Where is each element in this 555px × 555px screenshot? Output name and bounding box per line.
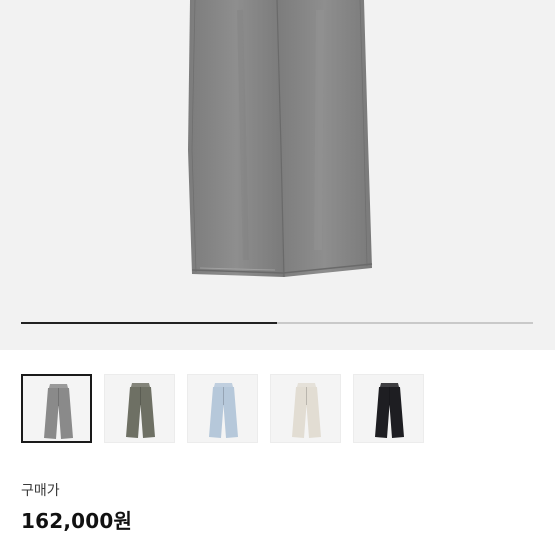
thumbnail-light-blue[interactable] [187,374,258,443]
gallery-progress-fill [21,322,277,324]
pants-icon [292,383,321,438]
price: 162,000원 [21,509,133,533]
pants-icon [44,384,73,439]
pants-icon [188,0,373,278]
thumbnail-black[interactable] [353,374,424,443]
price-label: 구매가 [21,483,60,499]
pants-icon [375,383,404,438]
thumbnail-gray[interactable] [21,374,92,443]
pants-icon [126,383,155,438]
gallery-progress-bar [21,322,533,324]
thumbnail-khaki[interactable] [104,374,175,443]
product-image[interactable] [0,0,555,350]
pants-icon [209,383,238,438]
thumbnail-ivory[interactable] [270,374,341,443]
